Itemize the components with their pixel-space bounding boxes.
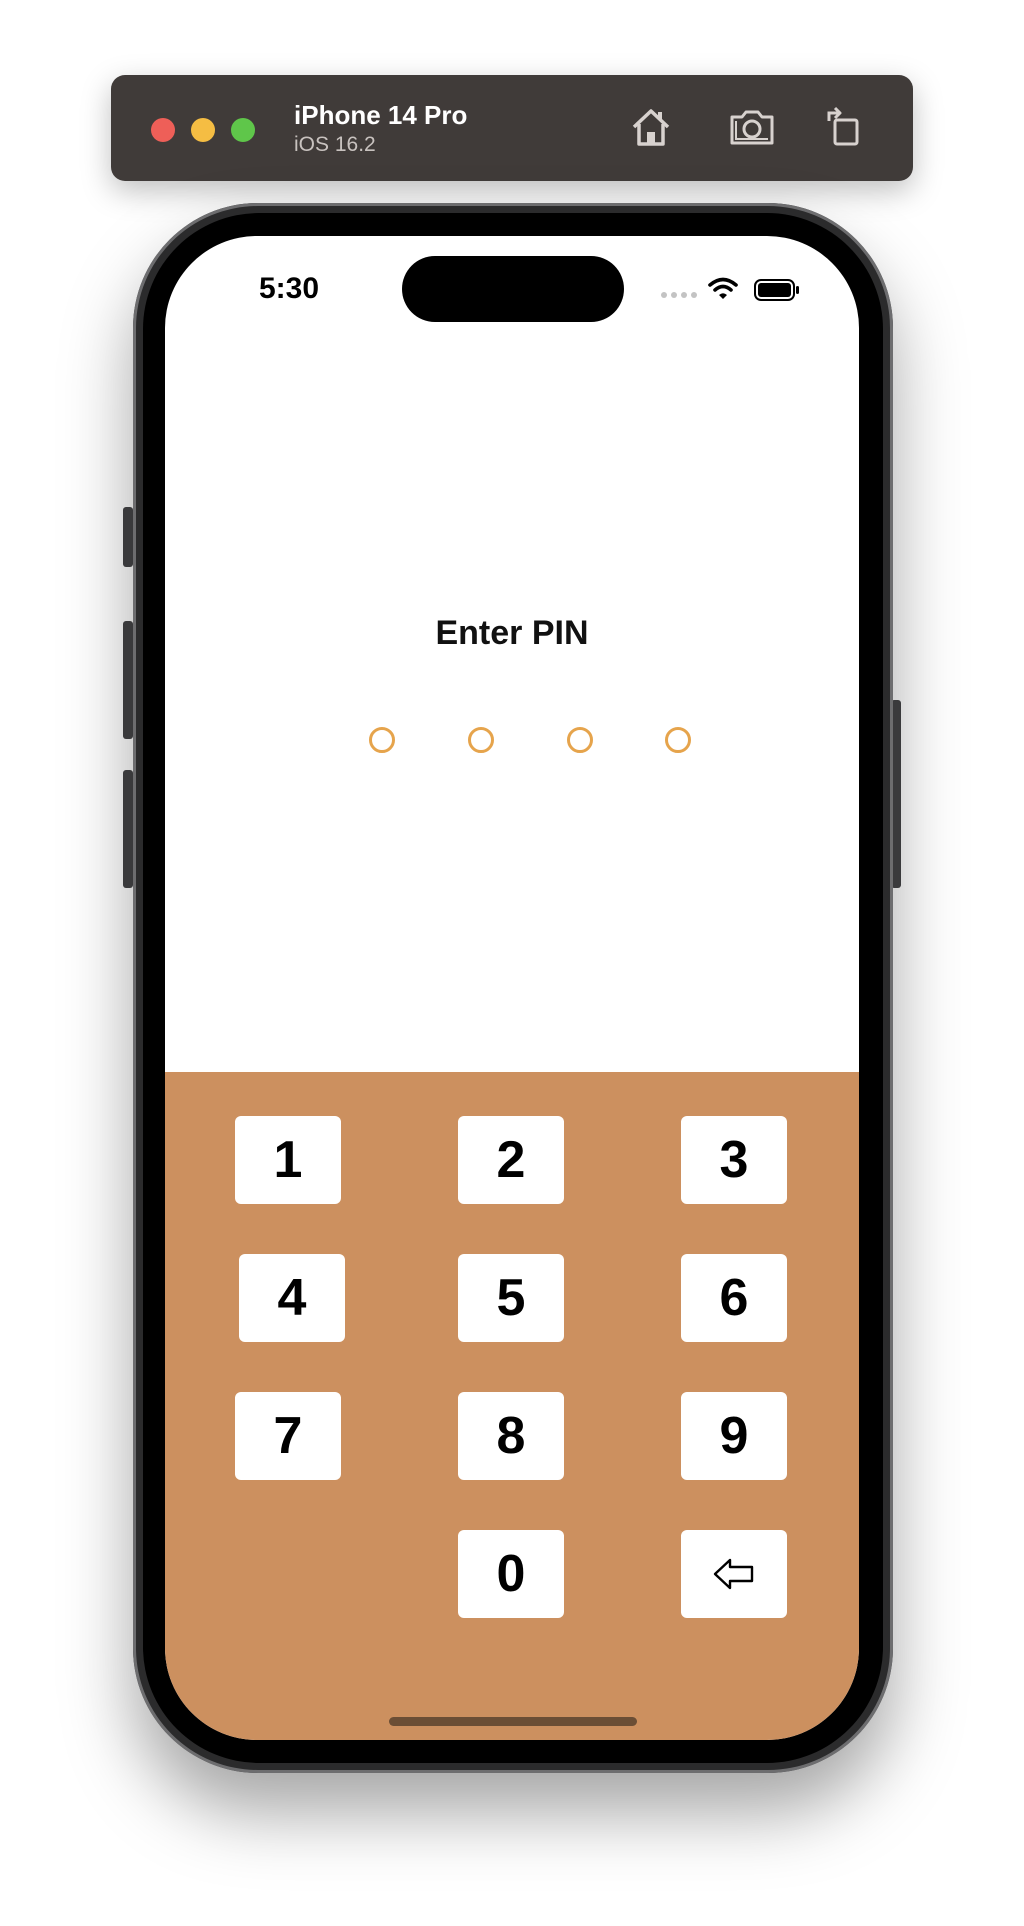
rotate-icon xyxy=(827,106,859,146)
key-2[interactable]: 2 xyxy=(458,1116,564,1204)
key-8[interactable]: 8 xyxy=(458,1392,564,1480)
key-0[interactable]: 0 xyxy=(458,1530,564,1618)
volume-up-button xyxy=(123,621,133,739)
key-1[interactable]: 1 xyxy=(235,1116,341,1204)
pin-dot-3 xyxy=(567,727,593,753)
status-time: 5:30 xyxy=(259,272,320,305)
wifi-icon xyxy=(708,277,738,299)
page-title: Enter PIN xyxy=(435,614,589,652)
device-screen: 5:30 Enter PIN 1 2 3 4 5 6 7 8 9 0 xyxy=(165,236,859,1740)
key-9[interactable]: 9 xyxy=(681,1392,787,1480)
screenshot-icon xyxy=(730,110,774,145)
cellular-icon xyxy=(661,292,697,298)
key-4[interactable]: 4 xyxy=(239,1254,345,1342)
close-window-button[interactable] xyxy=(151,118,175,142)
device-name: iPhone 14 Pro xyxy=(294,100,468,130)
rotate-button[interactable] xyxy=(818,102,868,152)
key-3[interactable]: 3 xyxy=(681,1116,787,1204)
mute-switch xyxy=(123,507,133,567)
home-indicator[interactable] xyxy=(389,1717,637,1726)
pin-dot-4 xyxy=(665,727,691,753)
backspace-button[interactable] xyxy=(681,1530,787,1618)
simulator-toolbar: iPhone 14 Pro iOS 16.2 xyxy=(111,75,913,181)
key-7[interactable]: 7 xyxy=(235,1392,341,1480)
home-button[interactable] xyxy=(626,102,676,152)
screenshot-button[interactable] xyxy=(727,102,777,152)
battery-icon xyxy=(754,279,799,301)
zoom-window-button[interactable] xyxy=(231,118,255,142)
dynamic-island xyxy=(402,256,624,322)
key-5[interactable]: 5 xyxy=(458,1254,564,1342)
pin-dot-1 xyxy=(369,727,395,753)
volume-down-button xyxy=(123,770,133,888)
os-version: iOS 16.2 xyxy=(294,133,376,156)
minimize-window-button[interactable] xyxy=(191,118,215,142)
keypad: 1 2 3 4 5 6 7 8 9 0 xyxy=(165,1072,859,1740)
backspace-arrow-icon xyxy=(713,1558,754,1590)
home-icon xyxy=(632,109,670,146)
pin-dot-2 xyxy=(468,727,494,753)
key-6[interactable]: 6 xyxy=(681,1254,787,1342)
